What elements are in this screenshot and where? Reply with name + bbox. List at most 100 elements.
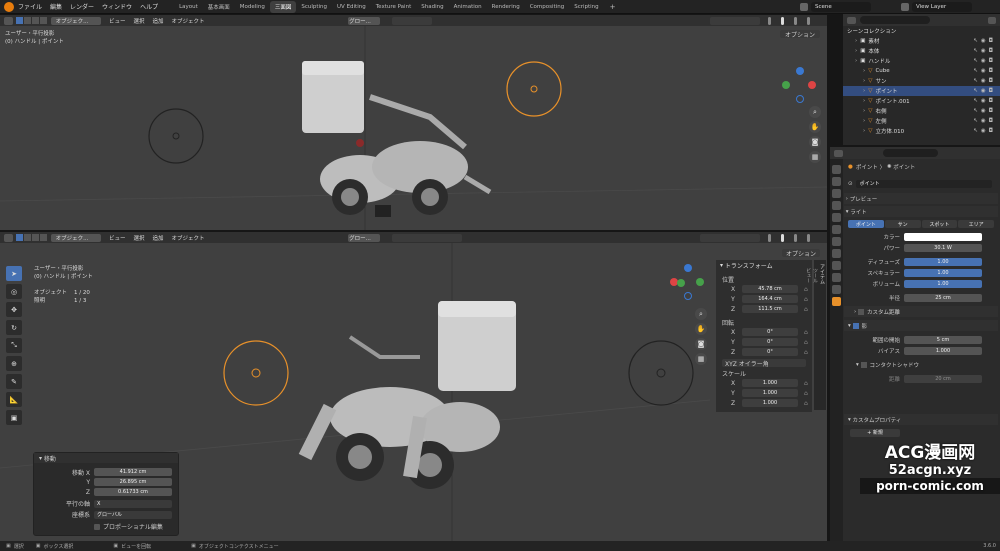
rotation-z-field[interactable]: 0° xyxy=(742,348,798,356)
light-panel-header[interactable]: ▾ ライト xyxy=(844,206,998,217)
workspace-tab[interactable]: Animation xyxy=(449,2,487,12)
outliner-item[interactable]: › ▽ 立方体.010 ↖◉◘ xyxy=(843,126,1000,136)
tab-view[interactable]: ビュー xyxy=(805,268,812,402)
radius-field[interactable]: 25 cm xyxy=(904,293,982,302)
scale-y-field[interactable]: 1.000 xyxy=(742,389,798,397)
expand-icon[interactable]: › xyxy=(855,48,857,54)
render-camera-icon[interactable]: ◘ xyxy=(989,128,996,134)
object-data-props-icon[interactable] xyxy=(832,297,841,306)
select-toggle-icon[interactable]: ↖ xyxy=(973,68,981,74)
custom-props-header[interactable]: ▾ カスタムプロパティ xyxy=(844,414,998,425)
diffuse-field[interactable]: 1.00 xyxy=(904,257,982,266)
select-toggle-icon[interactable]: ↖ xyxy=(973,78,981,84)
select-toggle-icon[interactable]: ↖ xyxy=(973,88,981,94)
workspace-tab[interactable]: Compositing xyxy=(525,2,569,12)
render-camera-icon[interactable]: ◘ xyxy=(989,118,996,124)
orient-axis-dropdown[interactable]: X xyxy=(94,499,172,508)
camera-icon[interactable]: ◙ xyxy=(695,338,707,350)
navigation-gizmo[interactable] xyxy=(782,67,818,103)
viewport-top[interactable]: オブジェク... ビュー 選択 追加 オブジェクト グロー... ユーザー・平行… xyxy=(0,15,827,230)
render-camera-icon[interactable]: ◘ xyxy=(989,38,996,44)
tab-item[interactable]: アイテム xyxy=(819,264,826,406)
object-props-icon[interactable] xyxy=(832,237,841,246)
specular-field[interactable]: 1.00 xyxy=(904,268,982,277)
custom-distance-header[interactable]: › カスタム距離 xyxy=(844,306,998,317)
power-field[interactable]: 30.1 W xyxy=(904,243,982,252)
render-camera-icon[interactable]: ◘ xyxy=(989,88,996,94)
expand-icon[interactable]: › xyxy=(863,68,865,74)
select-toggle-icon[interactable]: ↖ xyxy=(973,38,981,44)
light-type-1[interactable]: サン xyxy=(884,220,921,228)
scene-selector[interactable]: Scene xyxy=(811,2,871,12)
move-z-field[interactable]: 0.61733 cm xyxy=(94,488,172,496)
zoom-icon[interactable]: ⌕ xyxy=(809,106,821,118)
view-layer-selector[interactable]: View Layer xyxy=(912,2,972,12)
color-swatch[interactable] xyxy=(904,232,982,241)
location-y-field[interactable]: 164.4 cm xyxy=(742,295,798,303)
workspace-tab[interactable]: Modeling xyxy=(235,2,270,12)
scooter-model[interactable] xyxy=(280,57,500,217)
render-camera-icon[interactable]: ◘ xyxy=(989,108,996,114)
menu-item[interactable]: レンダー xyxy=(70,2,94,11)
modifier-props-icon[interactable] xyxy=(832,249,841,258)
rotation-mode-dropdown[interactable]: XYZ オイラー角 xyxy=(722,359,806,368)
add-workspace-button[interactable]: + xyxy=(610,3,616,11)
constraints-props-icon[interactable] xyxy=(832,285,841,294)
pan-hand-icon[interactable]: ✋ xyxy=(695,323,707,335)
workspace-tab[interactable]: 基本画面 xyxy=(203,1,235,13)
layer-icon[interactable] xyxy=(901,3,909,11)
world-props-icon[interactable] xyxy=(832,225,841,234)
grid-toggle-icon[interactable]: ▦ xyxy=(695,353,707,365)
expand-icon[interactable]: › xyxy=(863,78,865,84)
eye-icon[interactable]: ◉ xyxy=(981,68,989,74)
datablock-field[interactable]: ポイント xyxy=(855,179,992,188)
workspace-tab[interactable]: Layout xyxy=(174,2,203,12)
expand-icon[interactable]: › xyxy=(863,118,865,124)
select-toggle-icon[interactable]: ↖ xyxy=(973,118,981,124)
menu-item[interactable]: ウィンドウ xyxy=(102,2,132,11)
contact-shadow-header[interactable]: ▾ コンタクトシャドウ xyxy=(844,359,998,370)
rotation-x-field[interactable]: 0° xyxy=(742,328,798,336)
workspace-tab[interactable]: Scripting xyxy=(569,2,603,12)
bias-field[interactable]: 1.000 xyxy=(904,346,982,355)
light-type-2[interactable]: スポット xyxy=(921,220,958,228)
eye-icon[interactable]: ◉ xyxy=(981,98,989,104)
outliner-item[interactable]: › ▽ サン ↖◉◘ xyxy=(843,76,1000,86)
select-toggle-icon[interactable]: ↖ xyxy=(973,128,981,134)
workspace-tab[interactable]: Shading xyxy=(416,2,448,12)
eye-icon[interactable]: ◉ xyxy=(981,48,989,54)
custom-distance-checkbox[interactable] xyxy=(857,308,864,315)
expand-icon[interactable]: › xyxy=(863,88,865,94)
select-toggle-icon[interactable]: ↖ xyxy=(973,58,981,64)
scale-x-field[interactable]: 1.000 xyxy=(742,379,798,387)
location-x-field[interactable]: 45.78 cm xyxy=(742,285,798,293)
eye-icon[interactable]: ◉ xyxy=(981,108,989,114)
render-camera-icon[interactable]: ◘ xyxy=(989,98,996,104)
physics-props-icon[interactable] xyxy=(832,273,841,282)
eye-icon[interactable]: ◉ xyxy=(981,38,989,44)
expand-icon[interactable]: › xyxy=(855,58,857,64)
eye-icon[interactable]: ◉ xyxy=(981,58,989,64)
render-camera-icon[interactable]: ◘ xyxy=(989,58,996,64)
outliner-item[interactable]: › ▽ Cube ↖◉◘ xyxy=(843,66,1000,76)
location-z-field[interactable]: 111.5 cm xyxy=(742,305,798,313)
tool-props-icon[interactable] xyxy=(832,165,841,174)
camera-icon[interactable]: ◙ xyxy=(809,136,821,148)
move-panel-header[interactable]: ▾ 移動 xyxy=(34,453,178,463)
workspace-tab[interactable]: UV Editing xyxy=(332,2,371,12)
outliner-item[interactable]: › ▽ ポイント ↖◉◘ xyxy=(843,86,1000,96)
select-toggle-icon[interactable]: ↖ xyxy=(973,98,981,104)
scene-icon[interactable] xyxy=(800,3,808,11)
filter-icon[interactable] xyxy=(988,16,996,24)
outliner-item[interactable]: › ▣ ハンドル ↖◉◘ xyxy=(843,56,1000,66)
contact-shadow-checkbox[interactable] xyxy=(860,361,867,368)
scale-z-field[interactable]: 1.000 xyxy=(742,399,798,407)
render-camera-icon[interactable]: ◘ xyxy=(989,78,996,84)
rotation-y-field[interactable]: 0° xyxy=(742,338,798,346)
move-y-field[interactable]: 26.895 cm xyxy=(94,478,172,486)
viewport-bottom[interactable]: オブジェク... ビュー 選択 追加 オブジェクト グロー... ➤ ◎ ✥ ↻… xyxy=(0,232,827,541)
eye-icon[interactable]: ◉ xyxy=(981,118,989,124)
eye-icon[interactable]: ◉ xyxy=(981,88,989,94)
distance-field[interactable]: 20 cm xyxy=(904,374,982,383)
workspace-tab[interactable]: 三面図 xyxy=(269,0,297,13)
